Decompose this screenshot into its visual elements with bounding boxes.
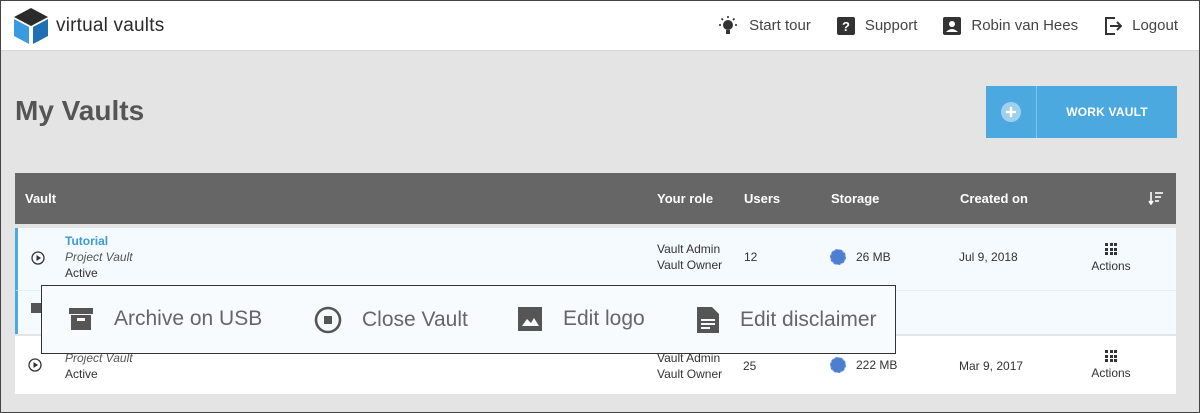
support-link[interactable]: ? Support bbox=[836, 16, 918, 35]
vault-status: Active bbox=[65, 367, 98, 381]
storage-value: 26 MB bbox=[856, 250, 891, 264]
column-header-created[interactable]: Created on bbox=[960, 191, 1028, 206]
edit-disclaimer-label: Edit disclaimer bbox=[740, 308, 877, 331]
user-icon bbox=[943, 16, 962, 35]
close-vault-label: Close Vault bbox=[362, 308, 468, 331]
vault-storage: 222 MB bbox=[830, 357, 897, 373]
archive-on-usb-button[interactable]: Archive on USB bbox=[68, 306, 262, 332]
start-tour-link[interactable]: Start tour bbox=[717, 15, 811, 37]
start-tour-label: Start tour bbox=[749, 17, 811, 34]
logout-link[interactable]: Logout bbox=[1104, 16, 1178, 35]
vault-status: Active bbox=[65, 266, 98, 280]
vault-type: Project Vault bbox=[65, 250, 133, 264]
vault-info: Project Vault Active bbox=[65, 350, 133, 382]
app-name: virtual vaults bbox=[56, 15, 165, 36]
user-name: Robin van Hees bbox=[971, 17, 1079, 34]
brand[interactable]: virtual vaults bbox=[14, 8, 164, 44]
vault-name-link[interactable]: Tutorial bbox=[65, 233, 133, 249]
column-header-vault[interactable]: Vault bbox=[25, 191, 56, 206]
archive-label: Archive on USB bbox=[114, 307, 263, 330]
storage-pie-icon bbox=[830, 357, 846, 373]
work-vault-label: WORK VAULT bbox=[1066, 105, 1148, 119]
actions-label: Actions bbox=[1091, 366, 1131, 380]
grid-menu-icon bbox=[1105, 243, 1117, 255]
grid-menu-icon bbox=[1105, 350, 1117, 362]
actions-label: Actions bbox=[1091, 259, 1131, 273]
role-owner: Vault Owner bbox=[657, 367, 723, 381]
column-header-storage[interactable]: Storage bbox=[831, 191, 879, 206]
user-menu[interactable]: Robin van Hees bbox=[943, 16, 1079, 35]
vault-users: 12 bbox=[744, 250, 758, 264]
actions-button[interactable]: Actions bbox=[1081, 243, 1141, 273]
role-admin: Vault Admin bbox=[657, 242, 721, 256]
edit-logo-button[interactable]: Edit logo bbox=[517, 306, 645, 332]
column-header-users[interactable]: Users bbox=[744, 191, 780, 206]
stop-circle-icon bbox=[314, 306, 342, 334]
top-nav: Start tour ? Support Robin van Hees Logo… bbox=[691, 0, 1178, 51]
vault-role: Vault Admin Vault Owner bbox=[657, 241, 722, 273]
image-icon bbox=[518, 307, 542, 331]
sort-icon[interactable] bbox=[1148, 191, 1164, 205]
vault-users: 25 bbox=[743, 359, 757, 373]
edit-disclaimer-button[interactable]: Edit disclaimer bbox=[696, 306, 877, 334]
storage-value: 222 MB bbox=[856, 358, 898, 372]
expand-play-icon[interactable] bbox=[28, 358, 42, 372]
edit-logo-label: Edit logo bbox=[563, 307, 645, 330]
table-header: Vault Your role Users Storage Created on bbox=[15, 173, 1176, 224]
expand-play-icon[interactable] bbox=[31, 251, 45, 265]
svg-text:?: ? bbox=[842, 19, 850, 34]
work-vault-button[interactable]: WORK VAULT bbox=[986, 86, 1177, 138]
vault-created: Jul 9, 2018 bbox=[959, 250, 1018, 264]
storage-pie-icon bbox=[830, 249, 846, 265]
vault-role: Vault Admin Vault Owner bbox=[657, 350, 722, 382]
close-vault-button[interactable]: Close Vault bbox=[314, 306, 468, 334]
cta-plus-area bbox=[986, 86, 1037, 138]
vaults-table: Vault Your role Users Storage Created on… bbox=[15, 173, 1176, 394]
logo-cube-icon bbox=[14, 8, 48, 44]
actions-button[interactable]: Actions bbox=[1081, 350, 1141, 380]
logout-label: Logout bbox=[1132, 17, 1178, 34]
vault-info: Tutorial Project Vault Active bbox=[65, 233, 133, 281]
top-bar: virtual vaults Start tour ? Support Robi… bbox=[0, 0, 1200, 51]
document-icon bbox=[697, 307, 719, 333]
vault-storage: 26 MB bbox=[830, 249, 891, 265]
vault-created: Mar 9, 2017 bbox=[959, 359, 1024, 373]
logout-icon bbox=[1105, 16, 1123, 35]
archive-icon bbox=[69, 308, 93, 330]
add-circle-icon bbox=[1001, 102, 1021, 122]
vault-actions-toolbar: Archive on USB Close Vault Edit logo Edi… bbox=[41, 285, 896, 354]
column-header-role[interactable]: Your role bbox=[657, 191, 713, 206]
role-owner: Vault Owner bbox=[657, 258, 723, 272]
table-row[interactable]: Tutorial Project Vault Active Vault Admi… bbox=[15, 228, 1176, 290]
page-title: My Vaults bbox=[15, 95, 145, 126]
support-label: Support bbox=[864, 17, 918, 34]
lightbulb-icon bbox=[719, 15, 738, 34]
help-icon: ? bbox=[836, 16, 855, 35]
